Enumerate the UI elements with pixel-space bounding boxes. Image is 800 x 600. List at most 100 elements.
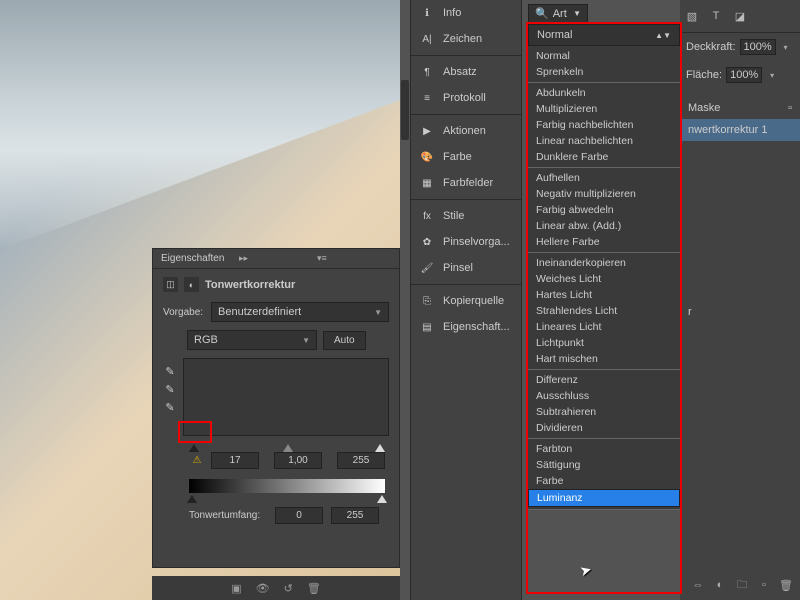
panel-tab[interactable]: ¶Absatz xyxy=(411,59,521,85)
blend-mode-option[interactable]: Multiplizieren xyxy=(528,101,680,117)
blend-mode-option[interactable]: Farbig abwedeln xyxy=(528,202,680,218)
blend-mode-option[interactable]: Differenz xyxy=(528,372,680,388)
blend-mode-option[interactable]: Weiches Licht xyxy=(528,271,680,287)
image-icon[interactable]: ▧ xyxy=(684,8,700,24)
panel-tab[interactable]: ▦Farbfelder xyxy=(411,170,521,196)
blend-mode-option[interactable]: Abdunkeln xyxy=(528,85,680,101)
blend-mode-option[interactable]: Sprenkeln xyxy=(528,64,680,80)
panel-label: Aktionen xyxy=(443,125,486,137)
properties-header[interactable]: Eigenschaften ▸▸ ▾≡ xyxy=(153,249,399,269)
blend-mode-dropdown: Normal ▲▼ NormalSprenkeln AbdunkelnMultip… xyxy=(528,24,680,510)
blend-mode-option[interactable]: Luminanz xyxy=(528,489,680,507)
text-icon[interactable]: T xyxy=(708,8,724,24)
output-white-field[interactable]: 255 xyxy=(331,507,379,524)
input-gamma-field[interactable]: 1,00 xyxy=(274,452,322,469)
trash-icon[interactable]: 🗑 xyxy=(778,578,794,592)
out-white-slider[interactable] xyxy=(377,495,387,503)
chevron-down-icon[interactable]: ▾ xyxy=(766,71,778,80)
blend-mode-option[interactable]: Negativ multiplizieren xyxy=(528,186,680,202)
blend-mode-option[interactable]: Ausschluss xyxy=(528,388,680,404)
panel-tab[interactable]: ℹInfo xyxy=(411,0,521,26)
search-icon: 🔍 xyxy=(535,7,549,20)
new-icon[interactable]: ▫ xyxy=(756,578,772,592)
mask-row[interactable]: Maske ▫ xyxy=(680,97,800,119)
chevron-down-icon[interactable]: ▾ xyxy=(780,43,792,52)
collapse-icon[interactable]: ▸▸ xyxy=(239,253,313,264)
histogram[interactable] xyxy=(183,358,389,436)
blend-mode-option[interactable]: Hart mischen xyxy=(528,351,680,367)
gray-slider[interactable] xyxy=(283,444,293,452)
panel-tab[interactable]: 🖌Pinsel xyxy=(411,255,521,281)
white-point-eyedropper-icon[interactable]: ✎ xyxy=(163,400,177,414)
panel-label: Stile xyxy=(443,210,464,222)
panel-label: Eigenschaft... xyxy=(443,321,510,333)
fill-label: Fläche: xyxy=(686,69,722,81)
blend-mode-option[interactable]: Lichtpunkt xyxy=(528,335,680,351)
blend-mode-option[interactable]: Aufhellen xyxy=(528,170,680,186)
blend-mode-option[interactable]: Farbton xyxy=(528,441,680,457)
panel-tab[interactable]: ⎘Kopierquelle xyxy=(411,288,521,314)
mask-link-icon[interactable]: ▫ xyxy=(788,102,792,114)
panel-tab[interactable]: ▶Aktionen xyxy=(411,118,521,144)
shape-icon[interactable]: ◪ xyxy=(732,8,748,24)
fill-field[interactable]: 100% xyxy=(726,67,762,83)
panel-label: Kopierquelle xyxy=(443,295,504,307)
layer-name: nwertkorrektur 1 xyxy=(688,124,767,136)
panel-icon: ≡ xyxy=(419,91,435,105)
auto-button[interactable]: Auto xyxy=(323,331,366,350)
warning-icon[interactable]: ⚠ xyxy=(189,454,205,468)
chevron-down-icon: ▼ xyxy=(573,9,581,18)
input-white-field[interactable]: 255 xyxy=(337,452,385,469)
panel-tab[interactable]: A|Zeichen xyxy=(411,26,521,52)
blend-mode-option[interactable]: Linear abw. (Add.) xyxy=(528,218,680,234)
blend-mode-option[interactable]: Sättigung xyxy=(528,457,680,473)
opacity-field[interactable]: 100% xyxy=(740,39,776,55)
layer-row[interactable]: nwertkorrektur 1 xyxy=(680,119,800,141)
blend-mode-option[interactable]: Dividieren xyxy=(528,420,680,436)
fx-icon[interactable]: ◐ xyxy=(712,578,728,592)
black-point-eyedropper-icon[interactable]: ✎ xyxy=(163,364,177,378)
panel-tab[interactable]: fxStile xyxy=(411,203,521,229)
menu-icon[interactable]: ▾≡ xyxy=(317,253,391,264)
black-slider[interactable] xyxy=(189,444,199,452)
preset-label: Vorgabe: xyxy=(163,307,205,318)
folder-icon[interactable]: 🗀 xyxy=(734,578,750,592)
layer-name: r xyxy=(688,306,692,318)
reset-icon[interactable]: ↺ xyxy=(284,582,293,595)
out-black-slider[interactable] xyxy=(187,495,197,503)
blend-mode-list: NormalSprenkelnAbdunkelnMultiplizierenFa… xyxy=(528,46,680,510)
panel-icon: ¶ xyxy=(419,65,435,79)
blend-mode-option[interactable]: Farbig nachbelichten xyxy=(528,117,680,133)
panel-icon: ▤ xyxy=(419,320,435,334)
panel-tab[interactable]: ✿Pinselvorga... xyxy=(411,229,521,255)
channel-select[interactable]: RGB▼ xyxy=(187,330,317,350)
eye-icon[interactable]: 👁 xyxy=(256,582,270,595)
panel-tab[interactable]: 🎨Farbe xyxy=(411,144,521,170)
blend-mode-option[interactable]: Strahlendes Licht xyxy=(528,303,680,319)
output-gradient[interactable] xyxy=(189,479,385,493)
blend-mode-option[interactable]: Hartes Licht xyxy=(528,287,680,303)
blend-mode-option[interactable]: Farbe xyxy=(528,473,680,489)
blend-mode-select[interactable]: Normal ▲▼ xyxy=(528,24,680,46)
input-black-field[interactable]: 17 xyxy=(211,452,259,469)
preset-select[interactable]: Benutzerdefiniert▼ xyxy=(211,302,389,322)
link-icon[interactable]: ⇔ xyxy=(690,578,706,592)
blend-mode-option[interactable]: Ineinanderkopieren xyxy=(528,255,680,271)
white-slider[interactable] xyxy=(375,444,385,452)
blend-mode-option[interactable]: Linear nachbelichten xyxy=(528,133,680,149)
layer-row[interactable]: r xyxy=(680,301,800,323)
gray-point-eyedropper-icon[interactable]: ✎ xyxy=(163,382,177,396)
panel-tab[interactable]: ▤ Eigenschaft... xyxy=(411,314,521,340)
layer-filter[interactable]: 🔍 Art ▼ xyxy=(528,4,588,23)
trash-icon[interactable]: 🗑 xyxy=(307,582,321,595)
output-black-field[interactable]: 0 xyxy=(275,507,323,524)
blend-mode-option[interactable]: Subtrahieren xyxy=(528,404,680,420)
panel-tab[interactable]: ≡Protokoll xyxy=(411,85,521,111)
blend-mode-option[interactable]: Hellere Farbe xyxy=(528,234,680,250)
chevron-down-icon: ▼ xyxy=(374,308,382,317)
blend-mode-option[interactable]: Normal xyxy=(528,48,680,64)
input-sliders[interactable] xyxy=(189,436,385,452)
blend-mode-option[interactable]: Dunklere Farbe xyxy=(528,149,680,165)
clip-icon[interactable]: ▣ xyxy=(231,582,241,595)
blend-mode-option[interactable]: Lineares Licht xyxy=(528,319,680,335)
